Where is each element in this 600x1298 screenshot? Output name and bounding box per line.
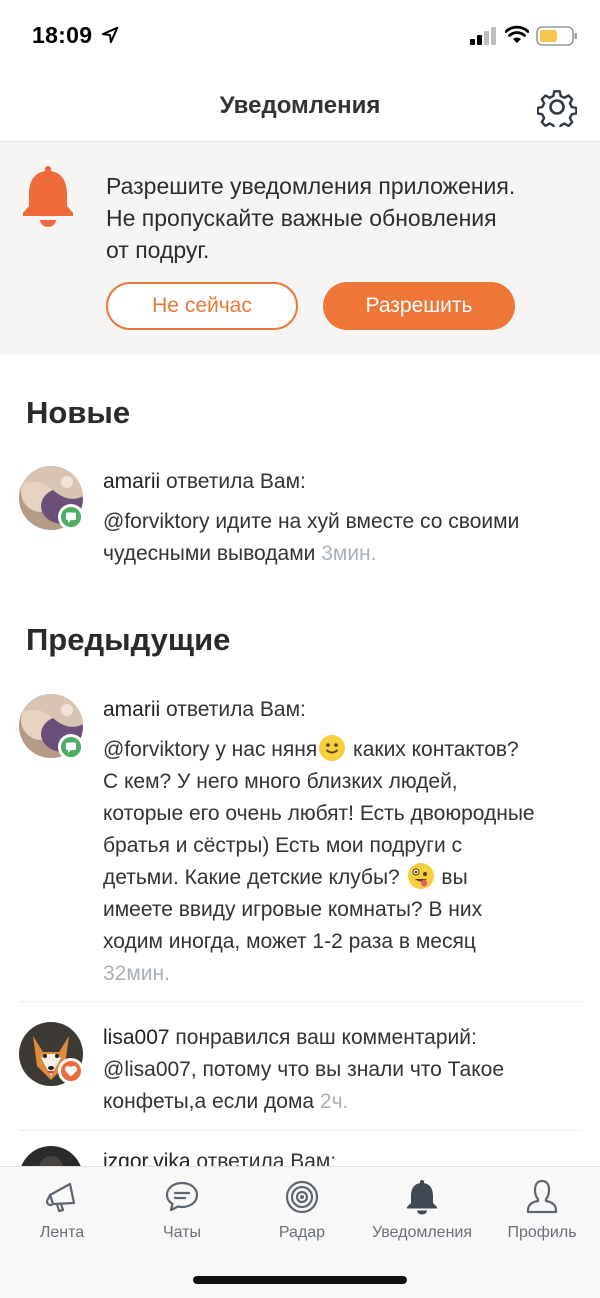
comment-segment: детьми. Какие детские клубы? [103, 866, 406, 889]
notification-item[interactable]: lisa007 понравился ваш комментарий: @lis… [0, 1022, 600, 1122]
avatar[interactable] [19, 1146, 83, 1166]
notification-text: izgor.vika ответила Вам: [103, 1146, 583, 1166]
status-bar: 18:09 [0, 0, 600, 72]
username[interactable]: lisa007 [103, 1026, 170, 1049]
notification-text: lisa007 понравился ваш комментарий: @lis… [103, 1022, 583, 1118]
comment-line: @lisa007, потому что вы знали что Такое [103, 1058, 505, 1081]
notification-action: ответила Вам: [166, 698, 306, 721]
tab-label: Уведомления [371, 1224, 473, 1241]
comment-line: С кем? У него много близких людей, [103, 770, 458, 793]
location-arrow-icon [101, 26, 119, 44]
banner-message: Разрешите уведомления приложения. Не про… [106, 170, 586, 266]
megaphone-icon [45, 1182, 76, 1213]
bell-icon [23, 166, 73, 227]
section-title-new: Новые [26, 395, 131, 430]
notification-action: ответила Вам: [196, 1150, 337, 1166]
page-title: Уведомления [219, 92, 381, 119]
tab-radar[interactable]: Радар [242, 1167, 362, 1263]
tab-label: Профиль [507, 1224, 577, 1241]
wifi-icon [505, 25, 529, 43]
comment-line: чудесными выводами [103, 542, 322, 565]
banner-line: Разрешите уведомления приложения. [106, 173, 516, 199]
comment-line: имеете ввиду игровые комнаты? В них [103, 898, 483, 921]
notification-item[interactable]: amarii ответила Вам: @forviktory у нас н… [0, 694, 600, 994]
timestamp: 3мин. [321, 542, 377, 565]
notification-text: amarii ответила Вам: @forviktory у нас н… [103, 694, 583, 990]
comment-line: конфеты,а если дома [103, 1090, 320, 1113]
allow-button[interactable]: Разрешить [323, 282, 515, 330]
status-time: 18:09 [32, 22, 93, 48]
tab-label: Лента [39, 1224, 85, 1241]
radar-icon [285, 1180, 319, 1214]
gear-icon[interactable] [537, 87, 577, 127]
comment-icon [58, 734, 84, 760]
tab-label: Радар [278, 1224, 326, 1241]
banner-line: Не пропускайте важные обновления [106, 205, 497, 231]
battery-icon [536, 26, 577, 46]
comment-line: которые его очень любят! Есть двоюродные [103, 802, 535, 825]
home-indicator [193, 1276, 407, 1284]
comment-segment: вы [435, 866, 468, 889]
comment-line: братья и сёстры) Есть мои подруги с [103, 834, 463, 857]
comment-segment: каких контактов? [347, 738, 519, 761]
banner-line: от подруг. [106, 237, 210, 263]
timestamp: 32мин. [103, 962, 170, 985]
notification-action: ответила Вам: [166, 470, 306, 493]
notification-text: amarii ответила Вам: @forviktory идите н… [103, 466, 583, 570]
username[interactable]: amarii [103, 698, 160, 721]
divider [19, 1001, 583, 1002]
not-now-button[interactable]: Не сейчас [106, 282, 298, 330]
notification-item[interactable]: amarii ответила Вам: @forviktory идите н… [0, 466, 600, 576]
bell-icon [407, 1180, 437, 1215]
username[interactable]: amarii [103, 470, 160, 493]
chat-icon [165, 1181, 199, 1212]
tab-chats[interactable]: Чаты [122, 1167, 242, 1263]
tab-notifications[interactable]: Уведомления [362, 1167, 482, 1263]
comment-line: ходим иногда, может 1-2 раза в месяц [103, 930, 476, 953]
notification-action: понравился ваш комментарий: [175, 1026, 477, 1049]
profile-icon [526, 1179, 558, 1214]
comment-line: @forviktory идите на хуй вместе со своим… [103, 510, 520, 533]
zany-face-emoji-icon [407, 863, 434, 889]
navigation-bar: Уведомления [0, 72, 600, 142]
smile-emoji-icon [319, 735, 346, 761]
tab-feed[interactable]: Лента [2, 1167, 122, 1263]
notification-permission-banner: Разрешите уведомления приложения. Не про… [0, 142, 600, 355]
comment-segment: @forviktory у нас няня [103, 738, 318, 761]
tab-label: Чаты [162, 1224, 202, 1241]
notification-item[interactable]: izgor.vika ответила Вам: [0, 1146, 600, 1166]
divider [19, 1130, 583, 1131]
timestamp: 2ч. [319, 1090, 349, 1113]
section-title-previous: Предыдущие [26, 622, 231, 657]
cellular-signal-icon [470, 27, 496, 45]
comment-icon [58, 504, 84, 530]
tab-profile[interactable]: Профиль [482, 1167, 600, 1263]
username[interactable]: izgor.vika [103, 1150, 191, 1166]
heart-icon [58, 1058, 84, 1084]
